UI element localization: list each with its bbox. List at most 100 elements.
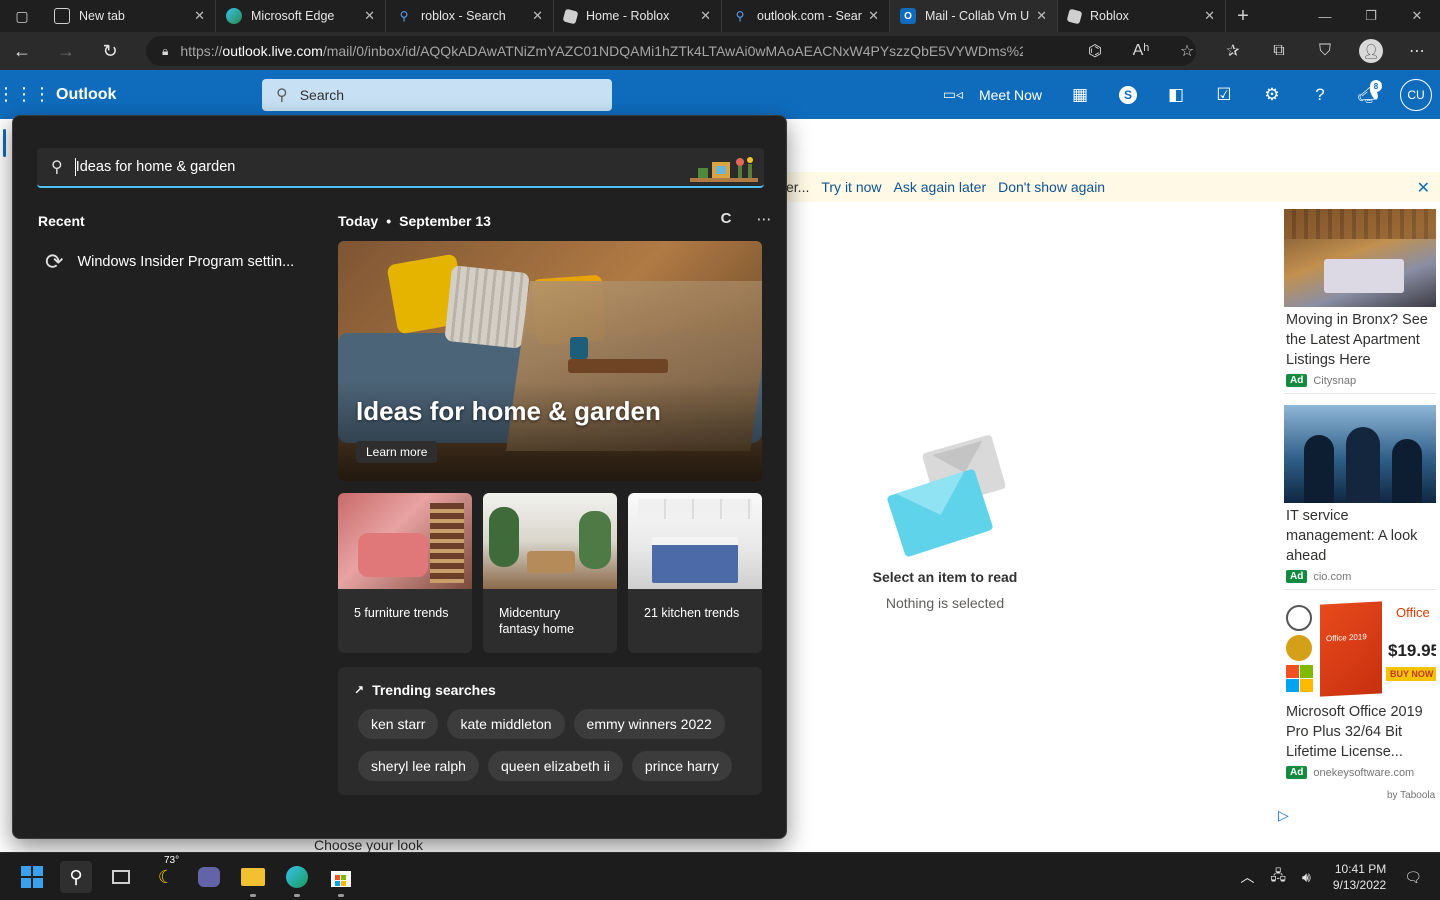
choose-look-label[interactable]: Choose your look: [262, 837, 612, 852]
card-midcentury-home[interactable]: Midcentury fantasy home: [483, 493, 617, 653]
outlook-brand[interactable]: Outlook: [56, 86, 116, 104]
tab-new-tab[interactable]: New tab ✕: [44, 0, 216, 32]
ad-card[interactable]: IT service management: A look ahead Ad ci…: [1284, 405, 1436, 590]
ad-source: onekeysoftware.com: [1313, 766, 1415, 779]
read-aloud-icon[interactable]: A͏ʰ: [1118, 32, 1164, 70]
close-tab-icon[interactable]: ✕: [194, 8, 205, 24]
meet-now-button[interactable]: ▭◃ Meet Now: [929, 86, 1056, 103]
minimize-icon[interactable]: —: [1302, 0, 1348, 32]
task-view-icon[interactable]: [105, 861, 137, 893]
more-menu-icon[interactable]: ⋯: [1394, 32, 1440, 70]
search-taskbar-icon[interactable]: ⚲: [60, 861, 92, 893]
restore-icon[interactable]: ❐: [1348, 0, 1394, 32]
ad-title[interactable]: IT service management: A look ahead: [1284, 503, 1436, 566]
ask-later-link[interactable]: Ask again later: [894, 179, 987, 195]
show-hidden-icons-chevron-icon[interactable]: ︿: [1240, 867, 1254, 887]
microsoft-store-icon[interactable]: [325, 861, 357, 897]
network-icon[interactable]: 🖧︎: [1270, 865, 1286, 889]
tab-mail-collab[interactable]: O Mail - Collab Vm U ✕: [890, 0, 1058, 32]
file-explorer-icon[interactable]: [237, 861, 269, 897]
extensions-icon[interactable]: ⛉: [1302, 32, 1348, 70]
app-launcher-icon[interactable]: ⋮⋮⋮: [0, 70, 51, 119]
trending-chip[interactable]: kate middleton: [447, 709, 565, 739]
ad-card[interactable]: Office 2019 Office $19.95 BUY NOW Micros…: [1284, 601, 1436, 785]
account-avatar[interactable]: CU: [1400, 78, 1432, 111]
close-tab-icon[interactable]: ✕: [1036, 8, 1047, 24]
ad-tag: Ad: [1286, 766, 1308, 779]
profile-avatar-icon[interactable]: 👤︎: [1359, 39, 1383, 63]
windows-search-flyout: ⚲ Ideas for home & garden Recent ⟳ Windo…: [12, 115, 787, 839]
new-tab-button[interactable]: +: [1226, 0, 1260, 32]
ad-source: Citysnap: [1313, 374, 1357, 387]
address-input[interactable]: 🔒︎ https://outlook.live.com/mail/0/inbox…: [146, 36, 1196, 66]
card-kitchen-trends[interactable]: 21 kitchen trends: [628, 493, 762, 653]
trending-chip[interactable]: emmy winners 2022: [573, 709, 725, 739]
weather-widget-icon[interactable]: ☾ 73°: [150, 855, 182, 893]
favorite-add-icon[interactable]: ☆: [1164, 32, 1210, 70]
recent-item[interactable]: ⟳ Windows Insider Program settin...: [45, 249, 294, 275]
help-icon[interactable]: ?: [1296, 70, 1344, 119]
outlook-search-input[interactable]: ⚲ Search: [262, 79, 612, 111]
back-icon[interactable]: ←: [0, 32, 44, 70]
copilot-c-icon[interactable]: C: [713, 210, 739, 228]
close-tab-icon[interactable]: ✕: [700, 8, 711, 24]
tab-outlook-search[interactable]: ⚲ outlook.com - Sear ✕: [722, 0, 890, 32]
roblox-icon: [562, 8, 579, 24]
flyout-search-input[interactable]: ⚲ Ideas for home & garden: [37, 148, 764, 188]
ad-title[interactable]: Moving in Bronx? See the Latest Apartmen…: [1284, 307, 1436, 370]
close-window-icon[interactable]: ✕: [1394, 0, 1440, 32]
close-tab-icon[interactable]: ✕: [1204, 8, 1215, 24]
card-furniture-trends[interactable]: 5 furniture trends: [338, 493, 472, 653]
trending-chip[interactable]: prince harry: [631, 751, 732, 781]
volume-icon[interactable]: 🔊︎: [1302, 869, 1311, 886]
try-it-now-link[interactable]: Try it now: [821, 179, 881, 195]
ad-title[interactable]: Microsoft Office 2019 Pro Plus 32/64 Bit…: [1284, 699, 1436, 762]
close-infobar-icon[interactable]: ✕: [1417, 178, 1430, 198]
hero-image-tray: [568, 359, 668, 373]
tab-microsoft-edge[interactable]: Microsoft Edge ✕: [216, 0, 386, 32]
app-available-icon[interactable]: ⌬: [1072, 32, 1118, 70]
tab-home-roblox[interactable]: Home - Roblox ✕: [554, 0, 722, 32]
header-actions: ▭◃ Meet Now ▦ S ◧ ☑ ⚙ ? 📣︎ 8 CU: [929, 70, 1440, 119]
ad-card[interactable]: Moving in Bronx? See the Latest Apartmen…: [1284, 209, 1436, 394]
close-tab-icon[interactable]: ✕: [532, 8, 543, 24]
start-windows-icon[interactable]: [16, 861, 48, 893]
lock-icon[interactable]: 🔒︎: [162, 44, 168, 59]
recent-item-label: Windows Insider Program settin...: [77, 254, 295, 270]
dont-show-link[interactable]: Don't show again: [998, 179, 1105, 195]
trending-chip[interactable]: ken starr: [358, 709, 439, 739]
tab-roblox[interactable]: Roblox ✕: [1058, 0, 1226, 32]
todo-icon[interactable]: ☑: [1200, 70, 1248, 119]
skype-icon[interactable]: S: [1104, 70, 1152, 119]
tab-roblox-search[interactable]: ⚲ roblox - Search ✕: [386, 0, 554, 32]
trending-arrow-icon: ↗: [354, 683, 365, 697]
tab-actions-icon[interactable]: ▢: [0, 0, 44, 32]
office-icon[interactable]: ◧: [1152, 70, 1200, 119]
taboola-credit[interactable]: by Taboola: [1387, 790, 1435, 801]
roblox-icon: [1066, 8, 1083, 24]
learn-more-button[interactable]: Learn more: [356, 441, 438, 463]
refresh-icon[interactable]: ↻: [88, 32, 132, 70]
office-logo-text: Office: [1396, 605, 1430, 620]
adchoices-icon[interactable]: ▷: [1278, 807, 1289, 824]
forward-icon[interactable]: →: [44, 32, 88, 70]
edge-taskbar-icon[interactable]: [281, 861, 313, 897]
favorites-icon[interactable]: ✰: [1210, 32, 1256, 70]
more-options-icon[interactable]: ⋯: [751, 210, 777, 228]
close-tab-icon[interactable]: ✕: [364, 8, 375, 24]
outlook-header: ⋮⋮⋮ Outlook ⚲ Search ▭◃ Meet Now ▦ S ◧ ☑…: [0, 70, 1440, 119]
trending-chip[interactable]: sheryl lee ralph: [358, 751, 479, 781]
hero-card[interactable]: Ideas for home & garden Learn more: [338, 241, 762, 481]
notifications-icon[interactable]: 📣︎ 8: [1344, 70, 1392, 119]
settings-gear-icon[interactable]: ⚙: [1248, 70, 1296, 119]
my-day-icon[interactable]: ▦: [1056, 70, 1104, 119]
running-indicator: [338, 894, 344, 897]
collections-icon[interactable]: ⧉: [1256, 32, 1302, 70]
tab-title: New tab: [79, 9, 125, 23]
ad-meta: Ad onekeysoftware.com: [1284, 762, 1436, 785]
teams-chat-icon[interactable]: [193, 861, 225, 893]
clock[interactable]: 10:41 PM 9/13/2022: [1333, 861, 1386, 893]
close-tab-icon[interactable]: ✕: [868, 8, 879, 24]
trending-chip[interactable]: queen elizabeth ii: [487, 751, 623, 781]
notification-center-icon[interactable]: 🗨︎: [1404, 869, 1422, 886]
